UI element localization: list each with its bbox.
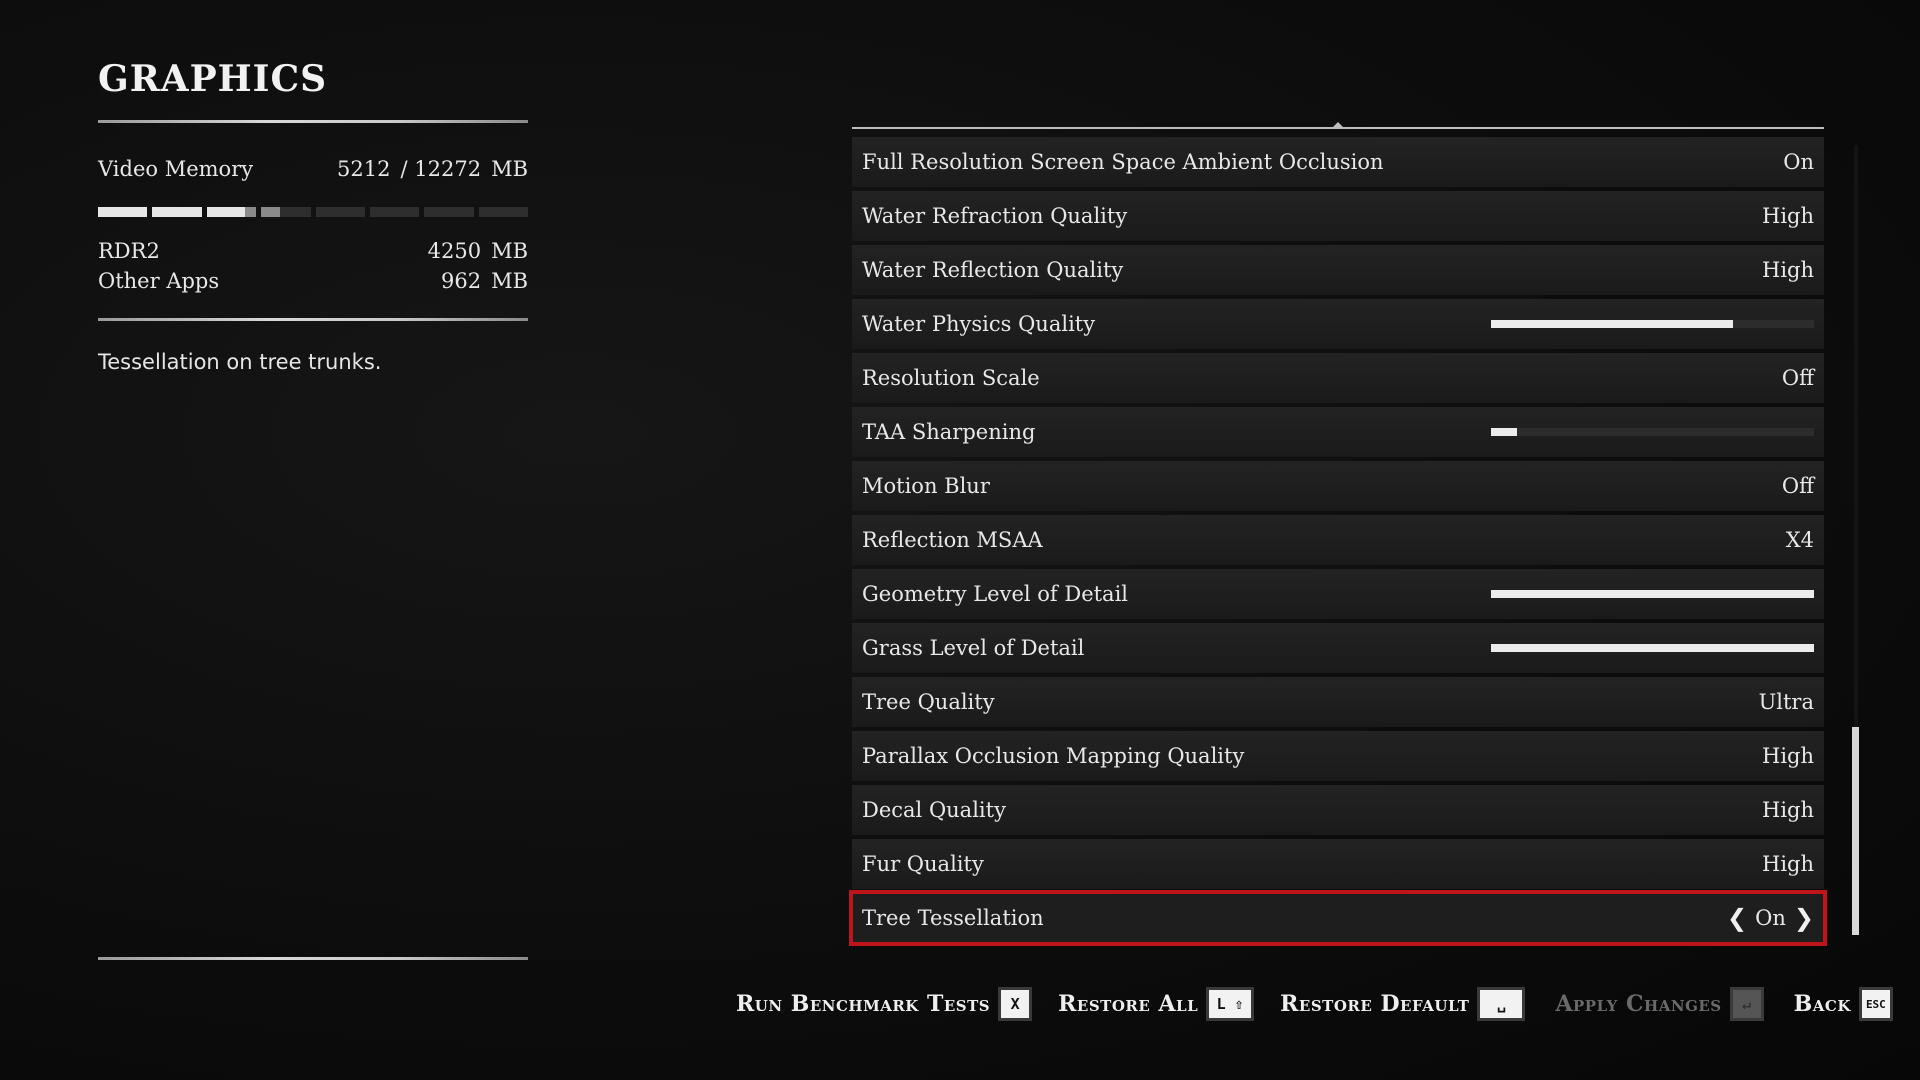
rdr2-value: 4250 MB xyxy=(428,239,528,263)
setting-row[interactable]: Parallax Occlusion Mapping Quality High xyxy=(852,731,1824,781)
video-memory-value: 5212 / 12272 MB xyxy=(337,157,528,181)
setting-description: Tessellation on tree trunks. xyxy=(98,350,382,374)
esc-key-icon[interactable]: ESC xyxy=(1858,987,1893,1021)
setting-value[interactable]: Off xyxy=(1782,474,1814,498)
setting-label: Geometry Level of Detail xyxy=(862,582,1129,606)
memory-bar-segment xyxy=(152,207,202,217)
rdr2-label: RDR2 xyxy=(98,239,160,263)
setting-slider[interactable] xyxy=(1491,428,1814,436)
divider xyxy=(98,957,528,960)
l-shift-key-icon[interactable]: L ⇧ xyxy=(1206,987,1255,1021)
memory-bar-segment xyxy=(261,207,311,217)
chevron-left-icon[interactable]: ❮ xyxy=(1727,904,1747,932)
video-memory-row: Video Memory 5212 / 12272 MB xyxy=(98,157,528,181)
setting-value[interactable]: On xyxy=(1783,150,1814,174)
setting-row[interactable]: Full Resolution Screen Space Ambient Occ… xyxy=(852,137,1824,187)
setting-label: Parallax Occlusion Mapping Quality xyxy=(862,744,1245,768)
restore-all-button[interactable]: Restore All xyxy=(1058,991,1198,1017)
rdr2-value-unit: MB xyxy=(491,239,528,263)
rdr2-value-number: 4250 xyxy=(427,239,482,263)
memory-bar-segment xyxy=(369,207,420,217)
settings-list: Full Resolution Screen Space Ambient Occ… xyxy=(849,137,1827,947)
setting-value[interactable]: Ultra xyxy=(1759,690,1814,714)
setting-label: Decal Quality xyxy=(862,798,1006,822)
setting-value[interactable]: Off xyxy=(1782,366,1814,390)
setting-row[interactable]: Decal Quality High xyxy=(852,785,1824,835)
setting-label: Tree Quality xyxy=(862,690,995,714)
setting-value[interactable]: ❮ On ❯ xyxy=(1727,904,1814,932)
memory-bar-segment xyxy=(478,207,528,217)
setting-row[interactable]: Water Reflection Quality High xyxy=(852,245,1824,295)
setting-value[interactable]: High xyxy=(1762,258,1814,282)
setting-label: Reflection MSAA xyxy=(862,528,1043,552)
slider-fill xyxy=(1491,590,1814,598)
setting-value[interactable]: High xyxy=(1762,204,1814,228)
setting-row[interactable]: Fur Quality High xyxy=(852,839,1824,889)
setting-row[interactable]: Grass Level of Detail xyxy=(852,623,1824,673)
setting-row[interactable]: TAA Sharpening xyxy=(852,407,1824,457)
setting-row[interactable]: Tree Tessellation ❮ On ❯ xyxy=(849,890,1827,946)
setting-row[interactable]: Water Physics Quality xyxy=(852,299,1824,349)
setting-row[interactable]: Water Refraction Quality High xyxy=(852,191,1824,241)
x-key-icon[interactable]: X xyxy=(998,987,1033,1021)
divider xyxy=(98,318,528,321)
divider xyxy=(98,120,528,123)
video-memory-total: / 12272 xyxy=(400,157,482,181)
setting-label: Water Refraction Quality xyxy=(862,204,1128,228)
other-apps-value: 962 MB xyxy=(441,269,528,293)
setting-label: TAA Sharpening xyxy=(862,420,1036,444)
slider-fill xyxy=(1491,644,1814,652)
setting-label: Grass Level of Detail xyxy=(862,636,1085,660)
chevron-right-icon[interactable]: ❯ xyxy=(1794,904,1814,932)
run-benchmark-button[interactable]: Run Benchmark Tests xyxy=(736,991,990,1017)
scroll-up-indicator-icon xyxy=(1332,122,1344,128)
page-title: GRAPHICS xyxy=(98,58,328,100)
restore-default-button[interactable]: Restore Default xyxy=(1280,991,1469,1017)
slider-fill xyxy=(1491,320,1734,328)
memory-bar-segment xyxy=(315,207,365,217)
setting-label: Water Physics Quality xyxy=(862,312,1096,336)
setting-label: Fur Quality xyxy=(862,852,984,876)
other-apps-label: Other Apps xyxy=(98,269,220,293)
rdr2-memory-row: RDR2 4250 MB xyxy=(98,239,528,263)
video-memory-label: Video Memory xyxy=(98,157,254,181)
setting-label: Tree Tessellation xyxy=(862,906,1044,930)
video-memory-used: 5212 xyxy=(337,157,391,181)
back-button[interactable]: Back xyxy=(1794,991,1851,1017)
setting-value[interactable]: X4 xyxy=(1786,528,1814,552)
setting-value[interactable]: High xyxy=(1762,744,1814,768)
setting-label: Full Resolution Screen Space Ambient Occ… xyxy=(862,150,1384,174)
memory-bar-segment xyxy=(206,207,257,217)
memory-bar-segment xyxy=(424,207,474,217)
video-memory-unit: MB xyxy=(491,157,528,181)
setting-slider[interactable] xyxy=(1491,320,1814,328)
apply-changes-button[interactable]: Apply Changes xyxy=(1555,991,1721,1017)
setting-value-text: On xyxy=(1755,906,1786,930)
memory-bar-segment xyxy=(98,207,148,217)
slider-fill xyxy=(1491,428,1517,436)
other-apps-memory-row: Other Apps 962 MB xyxy=(98,269,528,293)
setting-row[interactable]: Tree Quality Ultra xyxy=(852,677,1824,727)
setting-row[interactable]: Motion Blur Off xyxy=(852,461,1824,511)
footer-actions: Run Benchmark Tests X Restore All L ⇧ Re… xyxy=(736,987,1893,1021)
other-apps-value-number: 962 xyxy=(440,269,482,293)
enter-key-icon[interactable]: ↵ xyxy=(1729,987,1764,1021)
setting-slider[interactable] xyxy=(1491,644,1814,652)
setting-row[interactable]: Reflection MSAA X4 xyxy=(852,515,1824,565)
scrollbar-thumb[interactable] xyxy=(1852,727,1859,935)
space-key-icon[interactable]: ␣ xyxy=(1477,987,1526,1021)
setting-value[interactable]: High xyxy=(1762,798,1814,822)
setting-value[interactable]: High xyxy=(1762,852,1814,876)
video-memory-bar xyxy=(98,207,528,217)
other-apps-value-unit: MB xyxy=(491,269,528,293)
setting-row[interactable]: Resolution Scale Off xyxy=(852,353,1824,403)
setting-row[interactable]: Geometry Level of Detail xyxy=(852,569,1824,619)
setting-slider[interactable] xyxy=(1491,590,1814,598)
setting-label: Water Reflection Quality xyxy=(862,258,1124,282)
setting-label: Resolution Scale xyxy=(862,366,1040,390)
setting-label: Motion Blur xyxy=(862,474,990,498)
